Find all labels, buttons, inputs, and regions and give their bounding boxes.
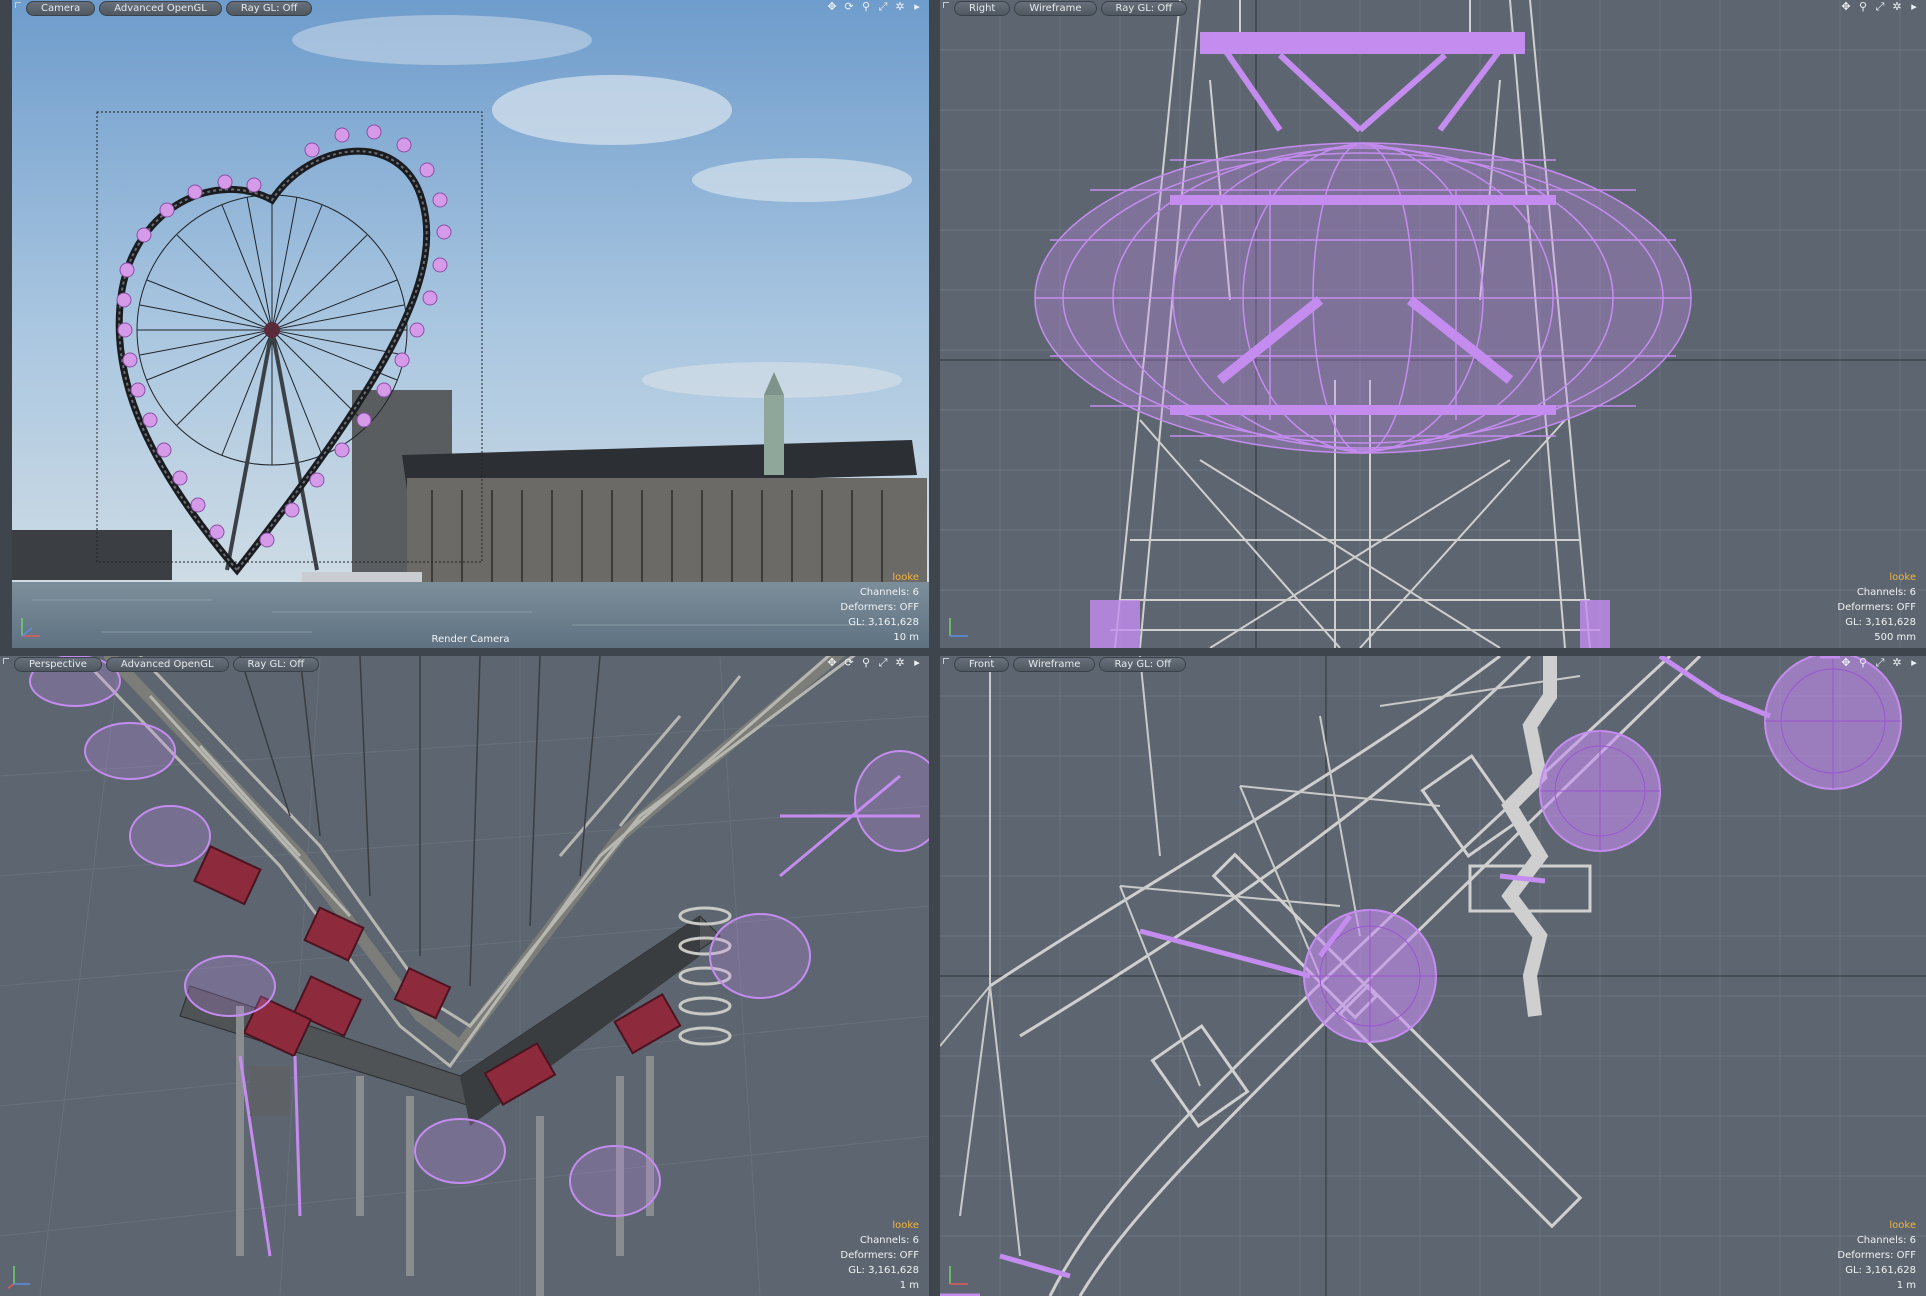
perspective-scene	[0, 656, 929, 1296]
left-sidebar-strip	[0, 0, 12, 648]
zoom-icon[interactable]: ⚲	[1857, 657, 1869, 669]
right-viewport[interactable]: Right Wireframe Ray GL: Off ✥ ⚲ ⤢ ✲ ▸ lo…	[940, 0, 1926, 648]
front-viewport-info: looke Channels: 6 Deformers: OFF GL: 3,1…	[1837, 1218, 1916, 1293]
info-scale: 10 m	[893, 632, 919, 643]
move-icon[interactable]: ✥	[826, 657, 838, 669]
info-channels: Channels: 6	[1856, 1235, 1916, 1246]
camera-viewport-tools: ✥ ⟳ ⚲ ⤢ ✲ ▸	[826, 1, 923, 13]
front-viewport-tools: ✥ ⚲ ⤢ ✲ ▸	[1840, 657, 1920, 669]
camera-viewport-info: looke Channels: 6 Deformers: OFF GL: 3,1…	[840, 570, 919, 645]
right-scene	[940, 0, 1926, 648]
perspective-raygl-tab[interactable]: Ray GL: Off	[232, 657, 320, 672]
perspective-viewport-header: Perspective Advanced OpenGL Ray GL: Off	[0, 656, 929, 673]
front-shading-tab[interactable]: Wireframe	[1013, 657, 1096, 672]
menu-arrow-icon[interactable]: ▸	[1908, 1, 1920, 13]
maximize-icon[interactable]: ⤢	[1874, 1, 1886, 13]
info-user: looke	[892, 572, 919, 583]
move-icon[interactable]: ✥	[1840, 1, 1852, 13]
front-raygl-tab[interactable]: Ray GL: Off	[1099, 657, 1187, 672]
axis-gizmo-icon	[949, 1266, 968, 1285]
info-gl-count: GL: 3,161,628	[1845, 617, 1916, 628]
perspective-viewport-info: looke Channels: 6 Deformers: OFF GL: 3,1…	[840, 1218, 919, 1293]
info-deformers: Deformers: OFF	[840, 1250, 919, 1261]
camera-viewport[interactable]: Camera Advanced OpenGL Ray GL: Off ✥ ⟳ ⚲…	[12, 0, 929, 648]
info-channels: Channels: 6	[859, 587, 919, 598]
right-viewport-tools: ✥ ⚲ ⤢ ✲ ▸	[1840, 1, 1920, 13]
zoom-icon[interactable]: ⚲	[860, 1, 872, 13]
zoom-icon[interactable]: ⚲	[860, 657, 872, 669]
info-channels: Channels: 6	[859, 1235, 919, 1246]
info-user: looke	[892, 1220, 919, 1231]
front-viewport[interactable]: Front Wireframe Ray GL: Off ✥ ⚲ ⤢ ✲ ▸ lo…	[940, 656, 1926, 1296]
menu-arrow-icon[interactable]: ▸	[1908, 657, 1920, 669]
info-gl-count: GL: 3,161,628	[848, 1265, 919, 1276]
info-scale: 1 m	[1896, 1280, 1916, 1291]
right-view-tab[interactable]: Right	[954, 1, 1011, 16]
right-viewport-header: Right Wireframe Ray GL: Off	[940, 0, 1926, 17]
rotate-icon[interactable]: ⟳	[843, 1, 855, 13]
render-camera-label: Render Camera	[431, 634, 510, 645]
camera-view-tab[interactable]: Camera	[26, 1, 96, 16]
front-viewport-header: Front Wireframe Ray GL: Off	[940, 656, 1926, 673]
info-gl-count: GL: 3,161,628	[1845, 1265, 1916, 1276]
camera-raygl-tab[interactable]: Ray GL: Off	[225, 1, 313, 16]
info-scale: 1 m	[899, 1280, 919, 1291]
info-deformers: Deformers: OFF	[1837, 602, 1916, 613]
right-viewport-info: looke Channels: 6 Deformers: OFF GL: 3,1…	[1837, 570, 1916, 645]
camera-scene	[12, 0, 929, 648]
camera-viewport-header: Camera Advanced OpenGL Ray GL: Off	[12, 0, 929, 17]
zoom-icon[interactable]: ⚲	[1857, 1, 1869, 13]
menu-arrow-icon[interactable]: ▸	[911, 657, 923, 669]
move-icon[interactable]: ✥	[826, 1, 838, 13]
info-scale: 500 mm	[1874, 632, 1916, 643]
perspective-shading-tab[interactable]: Advanced OpenGL	[105, 657, 229, 672]
camera-shading-tab[interactable]: Advanced OpenGL	[99, 1, 222, 16]
right-raygl-tab[interactable]: Ray GL: Off	[1100, 1, 1188, 16]
settings-icon[interactable]: ✲	[894, 1, 906, 13]
maximize-icon[interactable]: ⤢	[877, 1, 889, 13]
front-view-tab[interactable]: Front	[954, 657, 1010, 672]
menu-arrow-icon[interactable]: ▸	[911, 1, 923, 13]
perspective-viewport[interactable]: Perspective Advanced OpenGL Ray GL: Off …	[0, 656, 929, 1296]
right-shading-tab[interactable]: Wireframe	[1014, 1, 1097, 16]
info-user: looke	[1889, 1220, 1916, 1231]
info-user: looke	[1889, 572, 1916, 583]
settings-icon[interactable]: ✲	[1891, 657, 1903, 669]
axis-gizmo-icon	[949, 618, 968, 637]
perspective-viewport-tools: ✥ ⟳ ⚲ ⤢ ✲ ▸	[826, 657, 923, 669]
axis-gizmo-icon	[7, 1266, 30, 1289]
axis-gizmo-icon	[21, 618, 40, 637]
settings-icon[interactable]: ✲	[1891, 1, 1903, 13]
maximize-icon[interactable]: ⤢	[1874, 657, 1886, 669]
front-scene	[940, 656, 1926, 1296]
info-channels: Channels: 6	[1856, 587, 1916, 598]
info-gl-count: GL: 3,161,628	[848, 617, 919, 628]
maximize-icon[interactable]: ⤢	[877, 657, 889, 669]
info-deformers: Deformers: OFF	[840, 602, 919, 613]
rotate-icon[interactable]: ⟳	[843, 657, 855, 669]
move-icon[interactable]: ✥	[1840, 657, 1852, 669]
horizontal-divider[interactable]	[0, 648, 1926, 656]
info-deformers: Deformers: OFF	[1837, 1250, 1916, 1261]
settings-icon[interactable]: ✲	[894, 657, 906, 669]
perspective-view-tab[interactable]: Perspective	[14, 657, 102, 672]
